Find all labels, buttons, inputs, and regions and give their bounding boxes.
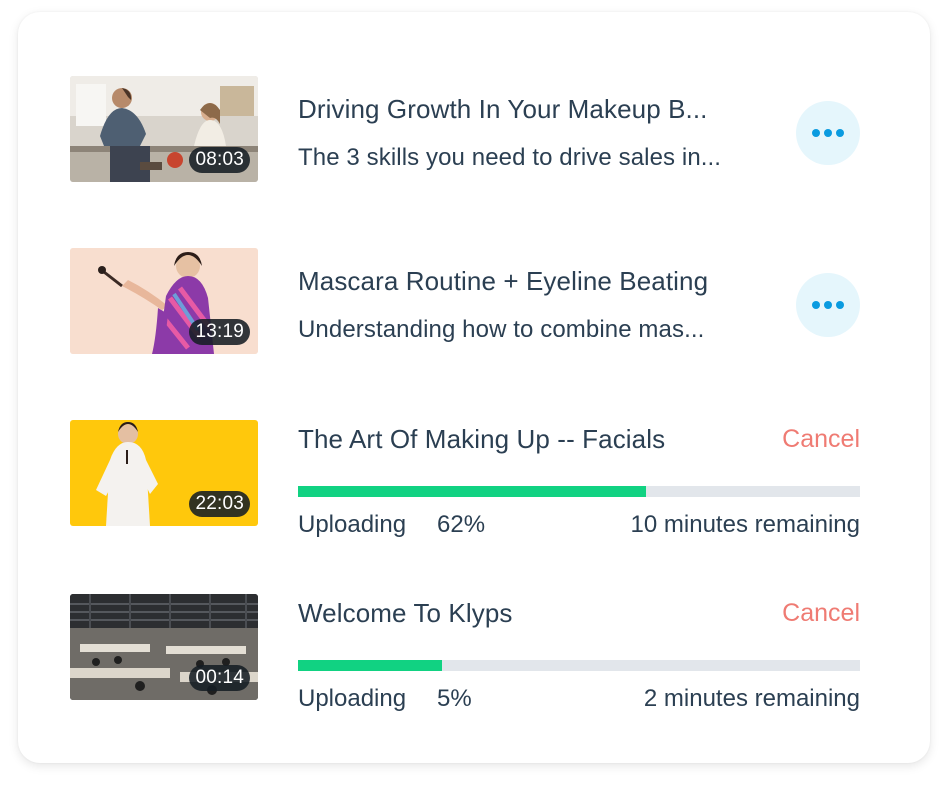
upload-item: 00:14 Welcome To Klyps Cancel Uploading …: [70, 594, 860, 712]
more-icon: [812, 129, 820, 137]
video-thumbnail[interactable]: 08:03: [70, 76, 258, 182]
video-thumbnail[interactable]: 13:19: [70, 248, 258, 354]
video-thumbnail[interactable]: 22:03: [70, 420, 258, 526]
video-subtitle: The 3 skills you need to drive sales in.…: [298, 144, 722, 171]
cancel-upload-button[interactable]: Cancel: [782, 425, 860, 454]
video-title: The Art Of Making Up -- Facials: [298, 424, 666, 454]
more-icon-dot: [836, 301, 844, 309]
more-icon: [812, 301, 820, 309]
upload-progress-bar: [298, 486, 860, 497]
more-options-button[interactable]: [796, 273, 860, 337]
video-title[interactable]: Mascara Routine + Eyeline Beating: [298, 266, 708, 297]
upload-percent: 5%: [437, 685, 472, 712]
upload-status: Uploading: [298, 511, 407, 538]
cancel-upload-button[interactable]: Cancel: [782, 599, 860, 628]
video-item[interactable]: 13:19 Mascara Routine + Eyeline Beating …: [70, 248, 860, 354]
duration-badge: 13:19: [189, 319, 250, 345]
time-remaining: 2 minutes remaining: [643, 685, 860, 712]
duration-badge: 08:03: [189, 147, 250, 173]
video-thumbnail[interactable]: 00:14: [70, 594, 258, 700]
more-options-button[interactable]: [796, 101, 860, 165]
more-icon-dot: [836, 129, 844, 137]
duration-badge: 00:14: [189, 665, 250, 691]
upload-progress-fill: [298, 486, 647, 497]
video-list-card: 08:03 Driving Growth In Your Makeup B...…: [18, 12, 930, 763]
upload-percent: 62%: [437, 511, 486, 538]
upload-progress-fill: [298, 660, 442, 671]
upload-item: 22:03 The Art Of Making Up -- Facials Ca…: [70, 420, 860, 538]
video-title[interactable]: Driving Growth In Your Makeup B...: [298, 94, 708, 125]
video-subtitle: Understanding how to combine mas...: [298, 316, 705, 343]
video-item[interactable]: 08:03 Driving Growth In Your Makeup B...…: [70, 76, 860, 182]
time-remaining: 10 minutes remaining: [630, 511, 860, 538]
video-title: Welcome To Klyps: [298, 598, 513, 628]
upload-progress-bar: [298, 660, 860, 671]
upload-status: Uploading: [298, 685, 407, 712]
more-icon-dot: [824, 301, 832, 309]
duration-badge: 22:03: [189, 491, 250, 517]
more-icon-dot: [824, 129, 832, 137]
